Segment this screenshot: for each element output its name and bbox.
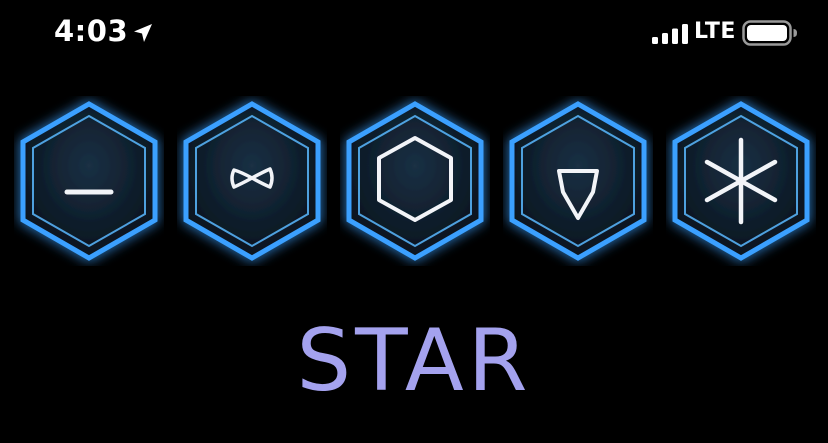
rune-tile-3[interactable] (340, 96, 490, 266)
word-label: STAR (296, 311, 532, 411)
rune-tile-5[interactable] (666, 96, 816, 266)
network-type-label: LTE (694, 19, 736, 44)
location-arrow-icon (134, 24, 152, 42)
signal-bars-icon (652, 24, 688, 44)
rune-tile-row (0, 96, 828, 266)
status-time: 4:03 (54, 14, 129, 48)
rune-tile-2[interactable] (177, 96, 327, 266)
status-bar: 4:03 LTE (0, 0, 828, 70)
rune-tile-1[interactable] (14, 96, 164, 266)
rune-tile-4[interactable] (503, 96, 653, 266)
battery-icon (742, 20, 797, 46)
